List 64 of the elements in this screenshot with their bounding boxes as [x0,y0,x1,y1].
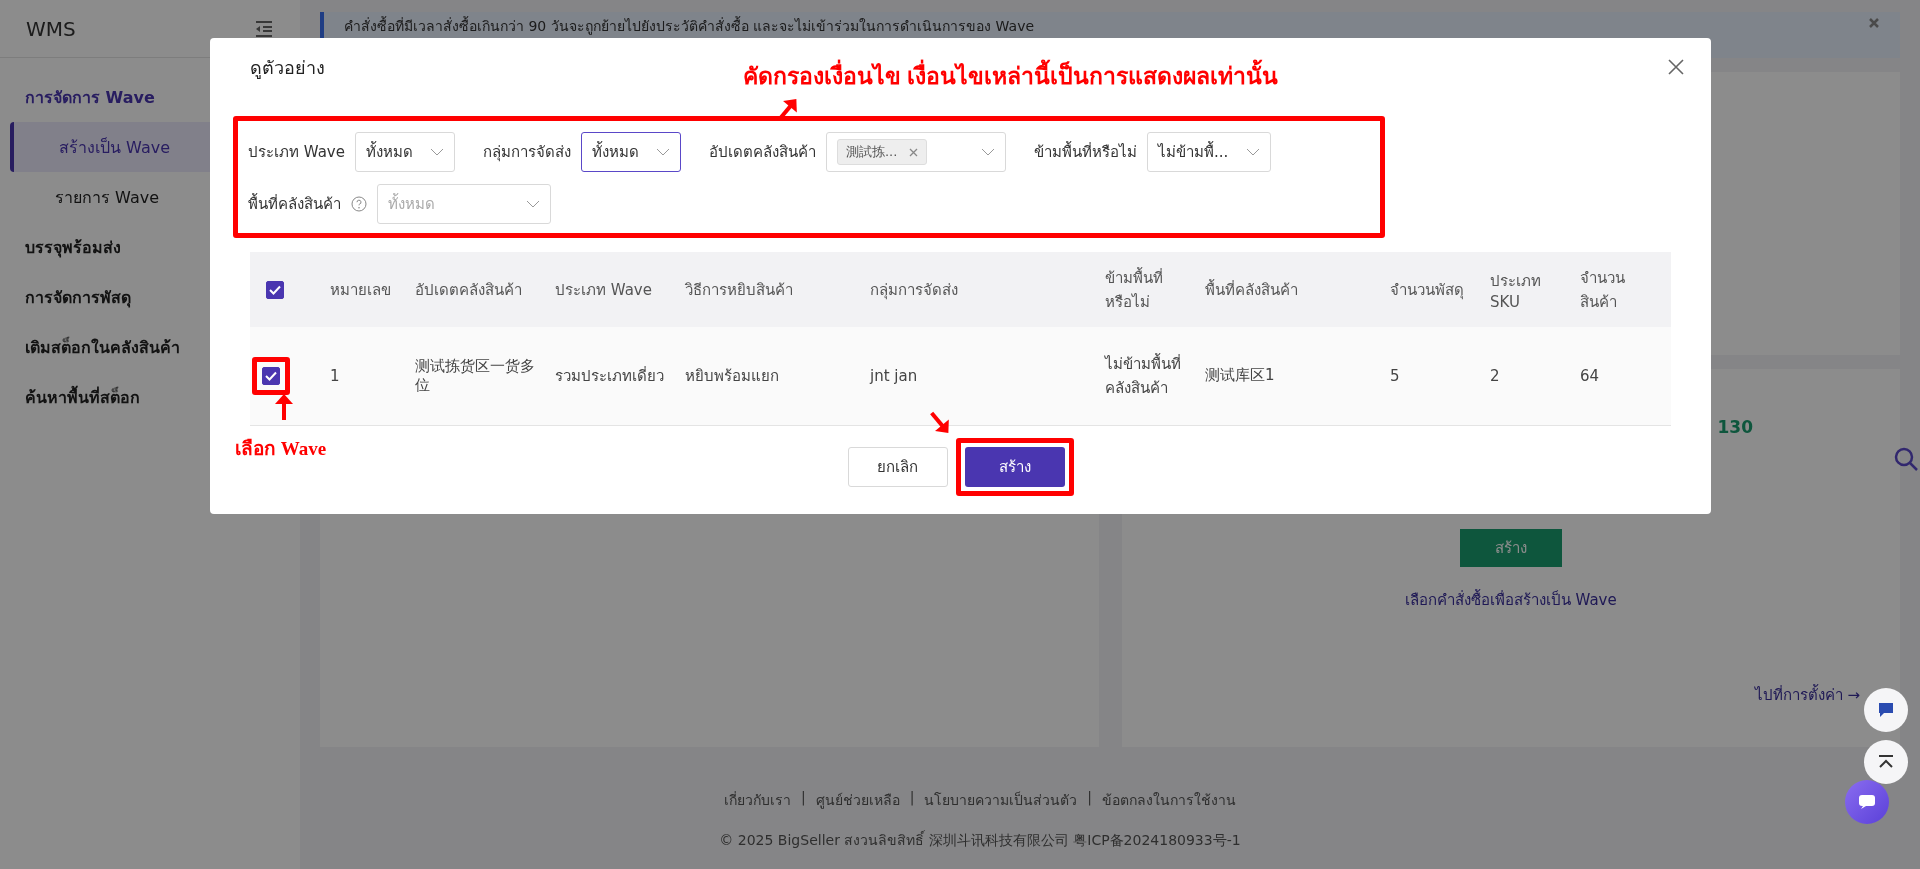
table-cell: 测试库区1 [1195,327,1380,425]
separator-text: | [1087,789,1093,808]
app-title: WMS [26,16,76,41]
header-cell: ข้ามพื้นที่หรือไม่ [1095,252,1195,327]
filter-label: พื้นที่คลังสินค้า [248,192,341,215]
filter-select[interactable]: ทั้งหมด [580,132,681,172]
chat-icon [1858,794,1876,810]
footer-link[interactable]: นโยบายความเป็นส่วนตัว [924,789,1078,811]
table-cell: 2 [1480,327,1570,425]
chevron-down-icon [1245,148,1260,156]
header-cell: หมายเลข [320,252,405,327]
create-button[interactable]: สร้าง [964,446,1065,487]
annotation-text: เลือก Wave [235,437,327,461]
header-cell: จำนวนพัสดุ [1380,252,1480,327]
dialog-title: ดูตัวอย่าง [250,55,325,81]
header-cell: อัปเดตคลังสินค้า [405,252,545,327]
filter-label: กลุ่มการจัดส่ง [482,142,571,164]
header-cell: วิธีการหยิบสินค้า [675,252,860,327]
table-cell: หยิบพร้อมแยก [675,327,860,425]
remove-icon[interactable] [909,147,919,157]
table-cell: jnt jan [860,327,1095,425]
chevron-down-icon [980,148,995,156]
chevron-down-icon [655,148,670,156]
cancel-button[interactable]: ยกเลิก [847,446,948,487]
filter-select[interactable]: 測試拣... [825,132,1006,172]
filter-select[interactable]: ไม่ข้ามพื้... [1146,132,1271,172]
close-icon[interactable] [1668,59,1684,75]
filter-label: ข้ามพื้นที่หรือไม่ [1033,140,1137,163]
header-cell: ประเภท SKU [1480,252,1570,327]
filter-select[interactable]: ทั้งหมด [354,132,455,172]
separator-text: | [800,789,806,808]
table-cell: ไม่ข้ามพื้นที่คลังสินค้า [1095,327,1195,425]
header-cell: จำนวนสินค้า [1570,252,1671,327]
table-cell: 1 [320,327,405,425]
separator-text: | [909,789,915,808]
copyright-text: © 2025 BigSeller สงวนลิขสิทธิ์ 深圳斗讯科技有限公司 粤ICP备2024180933号-1 [719,829,1241,850]
table-cell: 5 [1380,327,1480,425]
filter-tag: 測試拣... [836,139,928,165]
notice-text: คำสั่งซื้อที่มีเวลาสั่งซื้อเกินกว่า 90 วันจะถูกย้ายไปยังประวัติคำสั่งซื้อ และจะไม่เข้าร่วมในการดำเนินการของ Wave [344,17,1035,35]
row-checkbox[interactable] [262,366,280,385]
table-cell: รวมประเภทเดี่ยว [545,327,675,425]
table-cell: 64 [1570,327,1671,425]
arrow-up-icon [1877,754,1895,770]
footer-link[interactable]: เกี่ยวกับเรา [723,789,791,811]
chevron-down-icon [526,200,540,208]
hint-text: เลือกคำสั่งซื้อเพื่อสร้างเป็น Wave [1404,588,1617,611]
message-icon [1877,701,1895,719]
footer-link[interactable]: ข้อตกลงในการใช้งาน [1102,789,1237,811]
footer-link[interactable]: ศูนย์ช่วยเหลือ [815,789,900,811]
header-cell: ประเภท Wave [545,252,675,327]
chat-button[interactable] [1845,780,1889,824]
header-cell: พื้นที่คลังสินค้า [1195,252,1380,327]
help-icon[interactable] [351,196,367,212]
annotation-text: คัดกรองเงื่อนไข เงื่อนไขเหล่านี้เป็นการแสดงผลเท่านั้น [743,58,1278,94]
collapse-menu-icon[interactable] [254,19,274,38]
count-text: 130 [1717,417,1753,437]
table-cell: 测试拣货区一货多位 [405,327,545,425]
filter-label: อัปเดตคลังสินค้า [708,142,816,163]
header-cell: กลุ่มการจัดส่ง [860,252,1095,327]
back-to-top-button[interactable] [1864,740,1908,784]
settings-link[interactable]: ไปที่การตั้งค่า → [1754,683,1860,707]
select-all-checkbox[interactable] [266,280,284,299]
chevron-down-icon [429,148,444,156]
search-icon[interactable] [1893,446,1920,473]
